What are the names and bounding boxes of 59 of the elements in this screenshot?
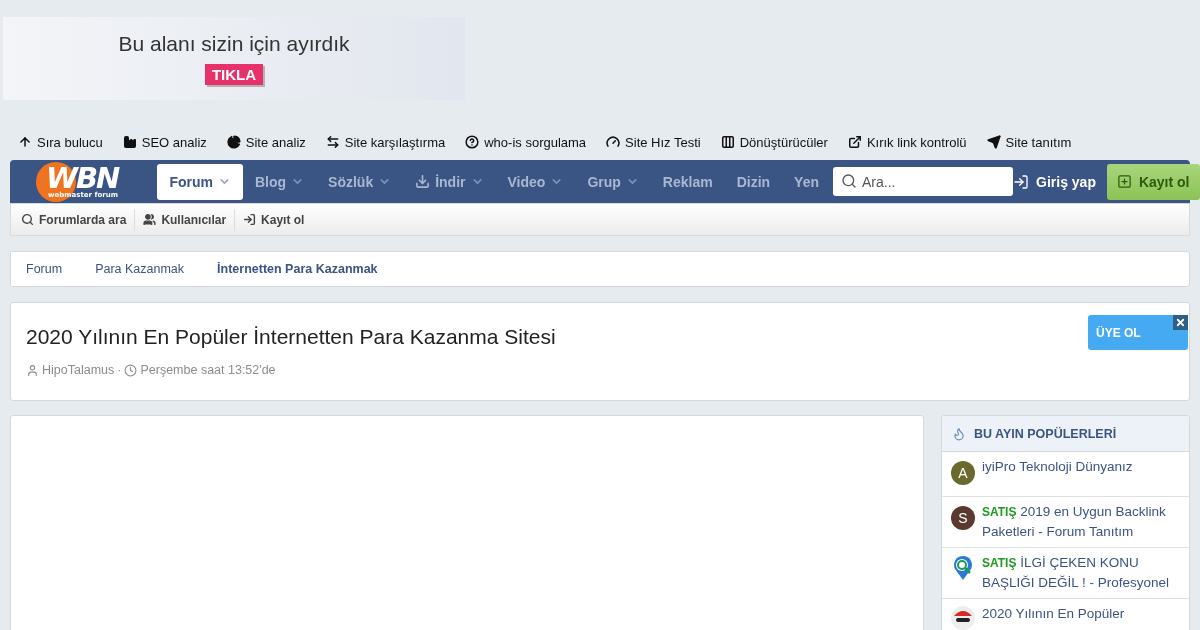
pie-chart-icon: [226, 135, 241, 149]
search-icon: [21, 213, 34, 226]
popular-thread[interactable]: S SATIŞ 2019 en Uygun Backlink Paketleri - Forum Tanıtım: [942, 497, 1189, 548]
tool-link[interactable]: Site analiz: [226, 134, 306, 150]
tool-link[interactable]: SEO analiz: [122, 134, 207, 150]
nav-tab[interactable]: Grup: [575, 163, 651, 200]
question-icon: [465, 135, 480, 149]
ad-banner[interactable]: Bu alanı sizin için ayırdık TIKLA: [3, 17, 465, 100]
popular-thread[interactable]: SATIŞ İLGİ ÇEKEN KONU BAŞLIĞI DEĞİL ! - Profesyonel: [942, 548, 1189, 599]
nav-tab[interactable]: Forum: [157, 163, 243, 200]
map-pin-search-icon: [951, 555, 975, 581]
nav-tab[interactable]: Sözlük: [316, 163, 404, 200]
avatar: A: [951, 461, 975, 485]
thread-date: Perşembe saat 13:52'de: [140, 363, 276, 377]
avatar: [951, 606, 975, 630]
sub-nav-link[interactable]: Kullanıcılar: [135, 208, 236, 231]
popular-thread[interactable]: 2020 Yılının En Popüler: [942, 599, 1189, 630]
register-button[interactable]: Kayıt ol: [1106, 163, 1200, 200]
close-icon[interactable]: [1173, 315, 1188, 330]
sign-in-icon: [243, 213, 257, 226]
nav-tab[interactable]: Dizin: [724, 163, 783, 200]
columns-icon: [720, 135, 735, 149]
factory-icon: [122, 135, 137, 149]
tool-link[interactable]: Kırık link kontrolü: [847, 134, 967, 150]
search-field[interactable]: Ara...: [833, 167, 1013, 196]
sign-in-icon: [1013, 173, 1029, 190]
paper-plane-icon: [986, 135, 1001, 149]
thread-title: 2020 Yılının En Popüler İnternetten Para Kazanma Sitesi: [26, 325, 556, 349]
nav-tab[interactable]: Yen: [782, 163, 831, 200]
tool-link[interactable]: Site karşılaştırma: [325, 134, 446, 150]
nav-tab[interactable]: Blog: [242, 163, 317, 200]
gauge-icon: [606, 135, 621, 149]
download-icon: [415, 174, 431, 189]
banner-headline: Bu alanı sizin için ayırdık: [118, 32, 350, 56]
tool-link[interactable]: Site tanıtım: [986, 134, 1072, 150]
tool-link[interactable]: Site Hız Testi: [606, 134, 701, 150]
banner-cta: TIKLA: [204, 64, 264, 85]
swap-arrows-icon: [325, 135, 340, 149]
arrow-up-icon: [18, 135, 32, 149]
meta-separator: ·: [117, 363, 122, 377]
external-link-icon: [847, 135, 862, 149]
plus-square-icon: [1116, 174, 1132, 189]
nav-tab[interactable]: Video: [495, 163, 576, 200]
clock-icon: [124, 363, 138, 377]
nav-tab[interactable]: İndir: [403, 163, 496, 200]
login-link[interactable]: Giriş yap: [1013, 173, 1096, 190]
nav-tab[interactable]: Reklam: [650, 163, 725, 200]
users-icon: [143, 213, 157, 226]
tool-link[interactable]: who-is sorgulama: [465, 134, 587, 150]
user-icon: [26, 363, 39, 377]
search-icon: [841, 173, 857, 189]
avatar: S: [951, 506, 975, 530]
tool-link[interactable]: Sıra bulucu: [18, 134, 103, 150]
sub-nav-link[interactable]: Forumlarda ara: [13, 208, 136, 231]
tool-link[interactable]: Dönüştürücüler: [720, 134, 828, 150]
sidebar-title: BU AYIN POPÜLERLERİ: [974, 426, 1117, 441]
sub-nav-link[interactable]: Kayıt ol: [235, 208, 313, 231]
flame-icon: [952, 426, 966, 441]
popular-thread[interactable]: A iyiPro Teknoloji Dünyanız: [942, 452, 1189, 497]
